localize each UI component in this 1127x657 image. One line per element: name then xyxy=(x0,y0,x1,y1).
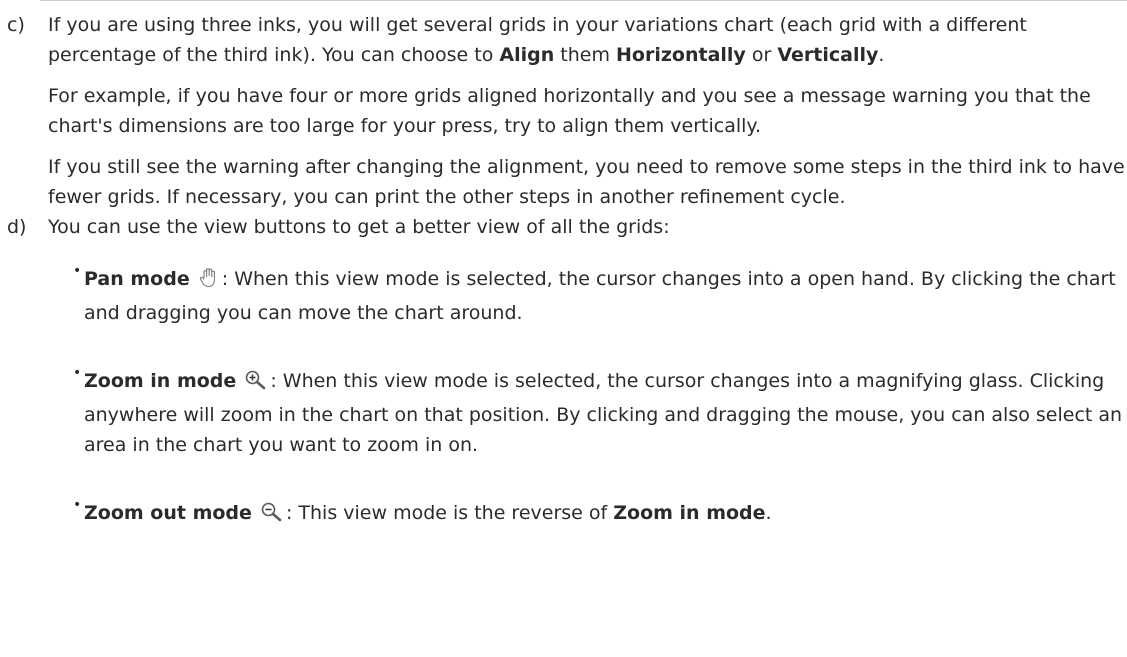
bullet-zoom-out-mode: • Zoom out mode : This view mode is the … xyxy=(0,497,1127,532)
paragraph-example: For example, if you have four or more gr… xyxy=(48,85,1091,137)
zoom-in-icon xyxy=(244,369,268,400)
bullet-zoom-in-mode: • Zoom in mode : When this view mode is … xyxy=(0,365,1127,460)
bullet-dot: • xyxy=(73,497,82,513)
list-item-c: c) If you are using three inks, you will… xyxy=(0,10,1127,212)
bullet-pan-mode: • Pan mode : When this view mode is sele… xyxy=(0,263,1127,328)
top-rule xyxy=(40,0,1127,1)
list-item-d: d) You can use the view buttons to get a… xyxy=(0,212,1127,242)
zoom-in-mode-ref: Zoom in mode xyxy=(613,502,766,524)
paragraph-three-inks: If you are using three inks, you will ge… xyxy=(48,14,1027,66)
zoom-out-mode-term: Zoom out mode xyxy=(84,502,252,524)
paragraph-warning: If you still see the warning after chang… xyxy=(48,156,1125,208)
paragraph-view-buttons: You can use the view buttons to get a be… xyxy=(48,216,670,238)
bullet-dot: • xyxy=(73,263,82,279)
horizontally-term: Horizontally xyxy=(616,44,746,66)
zoom-in-mode-term: Zoom in mode xyxy=(84,370,237,392)
list-marker: c) xyxy=(7,14,25,36)
list-marker: d) xyxy=(7,216,27,238)
document-body: c) If you are using three inks, you will… xyxy=(0,10,1127,570)
bullet-dot: • xyxy=(73,365,82,381)
align-term: Align xyxy=(499,44,555,66)
view-modes-list: • Pan mode : When this view mode is sele… xyxy=(0,263,1127,532)
zoom-out-icon xyxy=(260,501,284,532)
vertically-term: Vertically xyxy=(777,44,879,66)
pan-mode-term: Pan mode xyxy=(84,268,190,290)
hand-icon xyxy=(198,267,220,298)
